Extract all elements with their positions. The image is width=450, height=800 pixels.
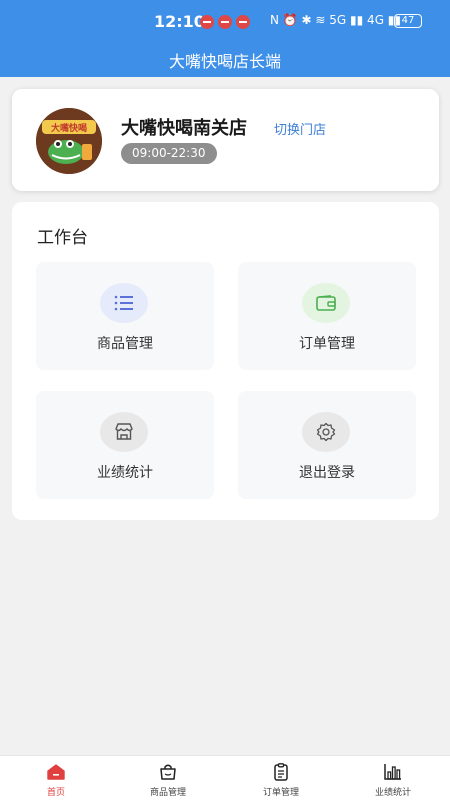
store-card: 大嘴快喝 大嘴快喝南关店 切换门店 09:00-22:30	[12, 89, 439, 191]
workbench-title: 工作台	[37, 228, 88, 248]
tab-products[interactable]: 商品管理	[112, 756, 224, 800]
order-management-tile[interactable]: 订单管理	[238, 262, 416, 370]
logo-text: 大嘴快喝	[51, 122, 87, 134]
tab-label: 业绩统计	[374, 788, 411, 798]
battery-icon: 47	[394, 14, 422, 28]
store-name: 大嘴快喝南关店	[121, 118, 247, 139]
clipboard-icon	[274, 763, 288, 781]
tab-orders[interactable]: 订单管理	[225, 756, 337, 800]
status-time: 12:10	[154, 12, 205, 31]
tile-label: 退出登录	[299, 465, 355, 481]
gear-icon	[302, 412, 350, 452]
tab-label: 商品管理	[149, 788, 186, 798]
status-bar: 12:10 N ⏰ ✱ ≋ 5G ▮▮ 4G ▮▮ 47	[0, 0, 450, 44]
bag-icon	[160, 764, 176, 780]
notification-icon	[236, 15, 250, 29]
tab-label: 首页	[46, 788, 65, 798]
tab-performance[interactable]: 业绩统计	[337, 756, 449, 800]
tile-label: 商品管理	[97, 336, 153, 352]
app-header: 12:10 N ⏰ ✱ ≋ 5G ▮▮ 4G ▮▮ 47 大嘴快喝店长端	[0, 0, 450, 77]
list-icon	[100, 283, 148, 323]
bar-chart-icon	[384, 764, 401, 780]
home-icon	[47, 764, 65, 780]
bottom-tab-bar: 首页 商品管理 订单管理 业绩统计	[0, 755, 450, 800]
performance-stats-tile[interactable]: 业绩统计	[36, 391, 214, 499]
wallet-icon	[302, 283, 350, 323]
product-management-tile[interactable]: 商品管理	[36, 262, 214, 370]
tile-label: 业绩统计	[97, 465, 153, 481]
store-logo: 大嘴快喝	[36, 108, 102, 174]
status-icons: N ⏰ ✱ ≋ 5G ▮▮ 4G ▮▮	[270, 13, 402, 27]
notification-icon	[200, 15, 214, 29]
switch-store-link[interactable]: 切换门店	[274, 119, 326, 138]
store-hours-badge: 09:00-22:30	[121, 143, 217, 164]
tab-home[interactable]: 首页	[0, 756, 112, 800]
tab-label: 订单管理	[262, 788, 299, 798]
store-icon	[100, 412, 148, 452]
page-title: 大嘴快喝店长端	[168, 52, 281, 71]
tile-label: 订单管理	[299, 336, 355, 352]
notification-icon	[218, 15, 232, 29]
workbench-panel: 工作台 商品管理 订单管理 业绩统计 退出登录	[12, 202, 439, 520]
logout-tile[interactable]: 退出登录	[238, 391, 416, 499]
